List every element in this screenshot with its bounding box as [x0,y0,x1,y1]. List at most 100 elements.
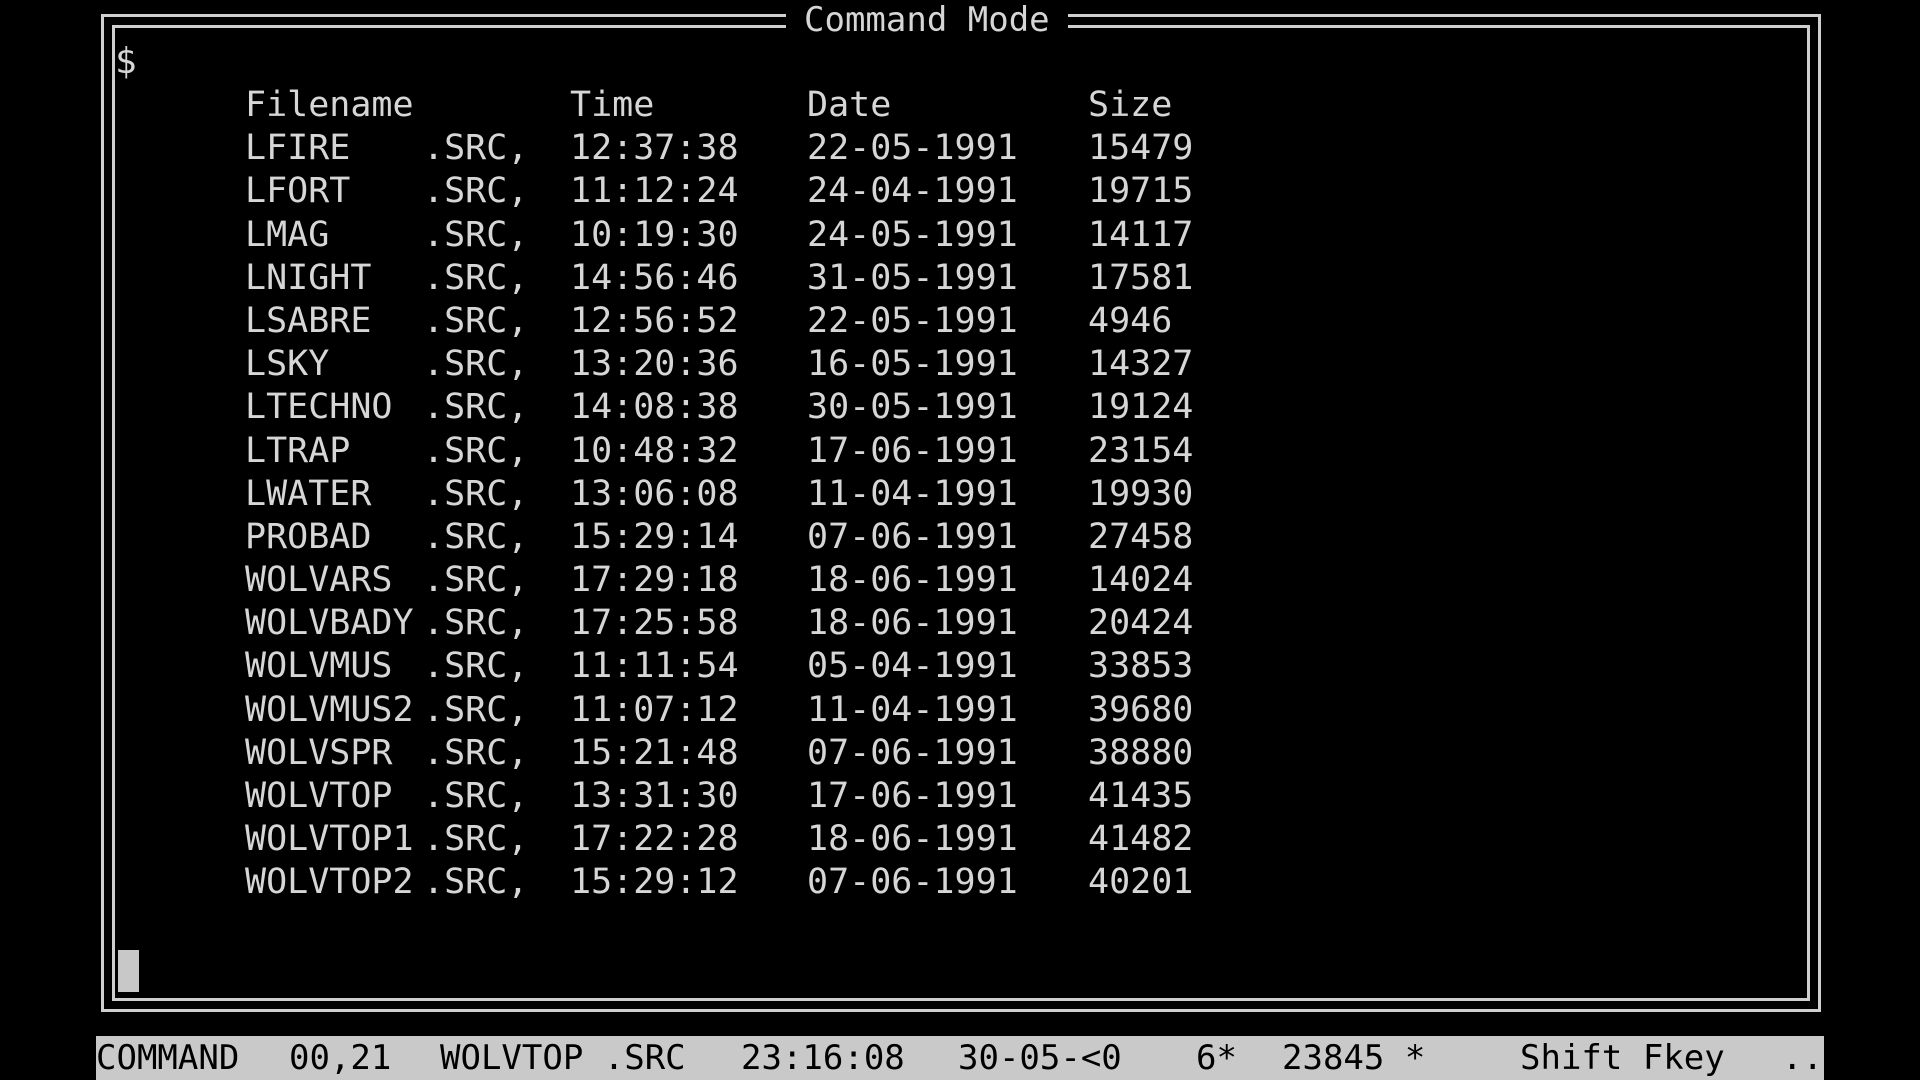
file-size: 19715 [1088,171,1194,212]
file-name: WOLVSPR [245,732,393,773]
status-mode: COMMAND [96,1038,240,1078]
file-row: WOLVBADY .SRC, 17:25:58 18-06-1991 20424 [245,602,1193,645]
file-date: 11-04-1991 [807,689,1018,730]
file-date: 17-06-1991 [807,430,1018,471]
file-size: 23154 [1088,430,1194,471]
file-time: 10:48:32 [570,430,739,471]
file-row: LNIGHT .SRC, 14:56:46 31-05-1991 17581 [245,257,1193,300]
window-title: Command Mode [786,0,1068,40]
file-time: 15:29:12 [570,862,739,903]
file-size: 20424 [1088,603,1194,644]
file-size: 27458 [1088,516,1194,557]
text-cursor[interactable] [118,950,139,992]
file-extension: .SRC, [423,862,529,903]
file-row: WOLVARS .SRC, 17:29:18 18-06-1991 14024 [245,559,1193,602]
file-date: 16-05-1991 [807,344,1018,385]
file-date: 17-06-1991 [807,776,1018,816]
file-row: WOLVTOP1 .SRC, 17:22:28 18-06-1991 41482 [245,818,1193,861]
file-extension: .SRC, [423,171,529,212]
terminal-screen: Command Mode $ Filename Time Date Size L… [0,0,1920,1080]
file-extension: .SRC, [423,560,529,601]
file-extension: .SRC, [423,300,529,341]
file-name: LTRAP [245,430,351,471]
status-date: 30-05-<0 [958,1038,1122,1078]
file-date: 18-06-1991 [807,560,1018,601]
file-name: LFORT [245,171,351,212]
file-name: LSABRE [245,300,372,341]
file-size: 38880 [1088,732,1194,773]
file-date: 18-06-1991 [807,603,1018,644]
file-name: LTECHNO [245,387,393,428]
file-name: WOLVMUS [245,646,393,687]
file-time: 14:08:38 [570,387,739,428]
status-more: .. [1782,1038,1823,1078]
listing-header: Filename Time Date Size [245,84,1172,127]
file-time: 12:56:52 [570,300,739,341]
file-size: 19124 [1088,387,1194,428]
file-name: WOLVBADY [245,603,414,644]
file-time: 17:29:18 [570,560,739,601]
file-time: 14:56:46 [570,257,739,298]
file-size: 39680 [1088,689,1194,730]
status-position: 00,21 [289,1038,392,1078]
file-date: 24-04-1991 [807,171,1018,212]
file-extension: .SRC, [423,473,529,514]
header-filename: Filename [245,85,414,125]
file-row: WOLVSPR .SRC, 15:21:48 07-06-1991 38880 [245,732,1193,775]
file-size: 14327 [1088,344,1194,385]
file-name: LMAG [245,214,330,255]
file-name: WOLVTOP2 [245,862,414,903]
file-time: 17:22:28 [570,819,739,860]
file-extension: .SRC, [423,776,529,816]
file-extension: .SRC, [423,430,529,471]
file-date: 22-05-1991 [807,128,1018,169]
file-size: 41482 [1088,819,1194,860]
file-time: 13:06:08 [570,473,739,514]
status-time: 23:16:08 [741,1038,905,1078]
file-row: LTRAP .SRC, 10:48:32 17-06-1991 23154 [245,430,1193,473]
status-hint[interactable]: Shift Fkey [1520,1036,1725,1080]
file-size: 41435 [1088,776,1194,816]
file-extension: .SRC, [423,732,529,773]
command-prompt: $ [115,41,137,82]
header-time: Time [570,85,655,125]
file-date: 07-06-1991 [807,732,1018,773]
file-row: PROBAD .SRC, 15:29:14 07-06-1991 27458 [245,516,1193,559]
file-date: 11-04-1991 [807,473,1018,514]
file-date: 22-05-1991 [807,300,1018,341]
file-row: LTECHNO .SRC, 14:08:38 30-05-1991 19124 [245,386,1193,429]
file-extension: .SRC, [423,257,529,298]
file-extension: .SRC, [423,689,529,730]
file-listing: Filename Time Date Size LFIRE .SRC, 12:37:… [245,84,1193,905]
file-row: LFIRE .SRC, 12:37:38 22-05-1991 15479 [245,127,1193,170]
file-size: 33853 [1088,646,1194,687]
file-extension: .SRC, [423,128,529,169]
file-extension: .SRC, [423,646,529,687]
file-row: LSKY .SRC, 13:20:36 16-05-1991 14327 [245,343,1193,386]
file-date: 30-05-1991 [807,387,1018,428]
file-name: LWATER [245,473,372,514]
file-name: WOLVTOP1 [245,819,414,860]
file-rows: LFIRE .SRC, 12:37:38 22-05-1991 15479 LFORT .S… [245,127,1193,904]
file-name: WOLVARS [245,560,393,601]
file-size: 4946 [1088,300,1173,341]
file-extension: .SRC, [423,344,529,385]
file-name: LSKY [245,344,330,385]
file-time: 13:31:30 [570,776,739,816]
file-row: LMAG .SRC, 10:19:30 24-05-1991 14117 [245,214,1193,257]
file-row: LWATER .SRC, 13:06:08 11-04-1991 19930 [245,473,1193,516]
file-time: 12:37:38 [570,128,739,169]
file-date: 05-04-1991 [807,646,1018,687]
file-name: LFIRE [245,128,351,169]
status-bar: COMMAND 00,21 WOLVTOP .SRC 23:16:08 30-0… [96,1036,1824,1080]
file-row: WOLVMUS2 .SRC, 11:07:12 11-04-1991 39680 [245,689,1193,732]
status-filename: WOLVTOP .SRC [440,1038,686,1078]
file-time: 15:21:48 [570,732,739,773]
header-date: Date [807,85,892,125]
file-size: 40201 [1088,862,1194,903]
file-time: 10:19:30 [570,214,739,255]
file-row: WOLVTOP2 .SRC, 15:29:12 07-06-1991 40201 [245,861,1193,904]
file-size: 17581 [1088,257,1194,298]
file-date: 18-06-1991 [807,819,1018,860]
file-date: 31-05-1991 [807,257,1018,298]
